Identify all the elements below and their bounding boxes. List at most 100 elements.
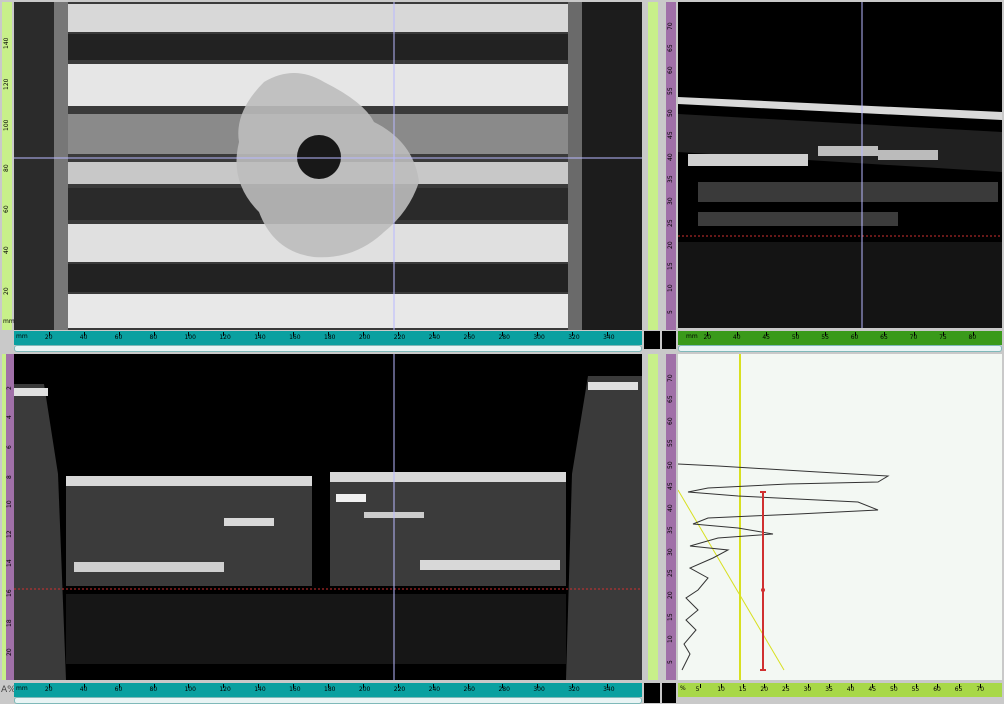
- cscan-y-tick: 40: [3, 246, 10, 254]
- corner-block-top: [644, 331, 660, 349]
- bscan-depth-tick: 40: [667, 153, 674, 162]
- ascan-x-tick-mark: [764, 684, 766, 688]
- sscan-x-tick-mark: [293, 684, 295, 688]
- cscan-x-unit: mm: [16, 333, 28, 340]
- cscan-x-tick-mark: [607, 332, 609, 336]
- sscan-x-tick: 220: [393, 686, 406, 693]
- cscan-x-tick: 280: [498, 334, 510, 341]
- cscan-x-tick-mark: [258, 332, 260, 336]
- cscan-y-tick: 80: [3, 164, 10, 172]
- sscan-x-tick-mark: [397, 684, 399, 688]
- bscan-x-tick-mark: [707, 332, 709, 336]
- sscan-x-tick-mark: [537, 684, 539, 688]
- cscan-x-tick-mark: [328, 332, 329, 336]
- cscan-x-tick-mark: [223, 332, 225, 336]
- bscan-image: [678, 2, 1002, 328]
- sscan-y-tick: 6: [6, 445, 13, 449]
- bscan-x-tick-mark: [825, 332, 827, 336]
- ascan-depth-ruler-green[interactable]: [648, 354, 658, 680]
- cscan-scrollbar[interactable]: [14, 345, 642, 352]
- bscan-depth-tick: 55: [667, 87, 674, 96]
- ascan-x-tick-mark: [958, 684, 960, 688]
- ascan-depth-tick: 35: [667, 526, 674, 534]
- bscan-x-ruler[interactable]: [678, 331, 1002, 345]
- ascan-x-tick-mark: [937, 684, 939, 688]
- ascan-x-tick-mark: [850, 684, 852, 688]
- ascan-x-tick-mark: [915, 684, 917, 688]
- sscan-x-tick-mark: [83, 684, 85, 688]
- sscan-x-tick-mark: [118, 684, 120, 688]
- bscan-depth-tick: 20: [667, 240, 674, 249]
- ascan-depth-tick: 25: [667, 569, 674, 578]
- cscan-y-tick: 120: [3, 78, 10, 90]
- cscan-x-tick-mark: [572, 332, 574, 336]
- bscan-depth-tick: 35: [667, 175, 674, 183]
- bscan-depth-tick: 50: [667, 109, 674, 118]
- sscan-x-tick-mark: [328, 684, 329, 688]
- ascan-depth-tick: 40: [667, 504, 674, 513]
- bscan-x-tick-mark: [736, 332, 738, 336]
- bscan-depth-tick: 15: [667, 262, 674, 271]
- ascan-x-tick-mark: [721, 684, 723, 688]
- cscan-view[interactable]: [14, 2, 642, 330]
- bscan-scrollbar[interactable]: [678, 345, 1002, 352]
- sscan-x-tick-mark: [362, 684, 364, 688]
- cscan-x-tick: 320: [568, 334, 580, 341]
- sscan-x-tick: 320: [568, 686, 580, 693]
- corner-block-bottom: [644, 683, 660, 703]
- ascan-depth-tick: 50: [667, 461, 674, 469]
- sscan-view[interactable]: [14, 354, 642, 680]
- cscan-x-tick: 220: [393, 334, 406, 341]
- sscan-x-tick: 180: [324, 686, 336, 693]
- cscan-x-tick: 340: [603, 334, 615, 341]
- sscan-x-tick-mark: [153, 684, 155, 688]
- sscan-x-tick: 260: [463, 686, 475, 693]
- sscan-x-tick-mark: [432, 684, 434, 688]
- sscan-y-tick: 18: [6, 619, 13, 627]
- sscan-x-tick-mark: [48, 684, 50, 688]
- ascan-x-tick-mark: [699, 684, 701, 688]
- cscan-y-tick: 140: [3, 37, 10, 49]
- bscan-x-tick-mark: [854, 332, 856, 336]
- ascan-x-tick-mark: [786, 684, 787, 688]
- sscan-y-tick: 8: [6, 474, 13, 479]
- sscan-x-tick: 300: [533, 686, 545, 693]
- sscan-x-tick: 160: [289, 686, 301, 693]
- cscan-x-tick: 120: [219, 334, 231, 341]
- bscan-view[interactable]: [678, 2, 1002, 328]
- sscan-x-tick-mark: [502, 684, 504, 688]
- cscan-x-tick: 100: [184, 334, 196, 341]
- sscan-depth-ruler-purple[interactable]: [6, 354, 14, 680]
- sscan-x-unit: mm: [16, 685, 28, 692]
- cscan-x-tick-mark: [48, 332, 50, 336]
- ascan-x-tick-mark: [980, 684, 982, 688]
- sscan-y-tick: 2: [6, 385, 13, 390]
- cscan-y-tick: 60: [3, 205, 10, 213]
- sscan-y-tick: 20: [6, 648, 13, 657]
- bscan-depth-tick: 5: [667, 310, 674, 315]
- bscan-x-tick-mark: [913, 332, 915, 336]
- cscan-x-tick: 140: [254, 334, 266, 341]
- cscan-x-tick-mark: [502, 332, 504, 336]
- ascan-x-ruler[interactable]: [678, 683, 1002, 697]
- ascan-depth-tick: 5: [667, 660, 674, 665]
- bscan-x-unit: mm: [686, 333, 698, 340]
- ascan-depth-tick: 30: [667, 547, 674, 556]
- sscan-scrollbar[interactable]: [14, 697, 642, 704]
- bscan-depth-ruler-green[interactable]: [648, 2, 658, 330]
- cscan-x-tick-mark: [432, 332, 434, 336]
- ascan-view[interactable]: [678, 354, 1002, 680]
- cscan-x-tick: 300: [533, 334, 545, 341]
- corner-block-right-bottom: [662, 683, 676, 703]
- bscan-depth-tick: 65: [667, 44, 674, 52]
- bscan-x-tick-mark: [766, 332, 768, 336]
- bscan-depth-tick: 45: [667, 131, 674, 140]
- ascan-x-tick-mark: [894, 684, 895, 688]
- ascan-x-tick-mark: [872, 684, 874, 688]
- sscan-image: [14, 354, 642, 680]
- sscan-x-tick: 200: [358, 686, 371, 693]
- cscan-x-tick-mark: [188, 332, 190, 336]
- sscan-x-tick: 280: [498, 686, 510, 693]
- sscan-y-tick: 10: [6, 500, 13, 509]
- cscan-x-tick-mark: [362, 332, 364, 336]
